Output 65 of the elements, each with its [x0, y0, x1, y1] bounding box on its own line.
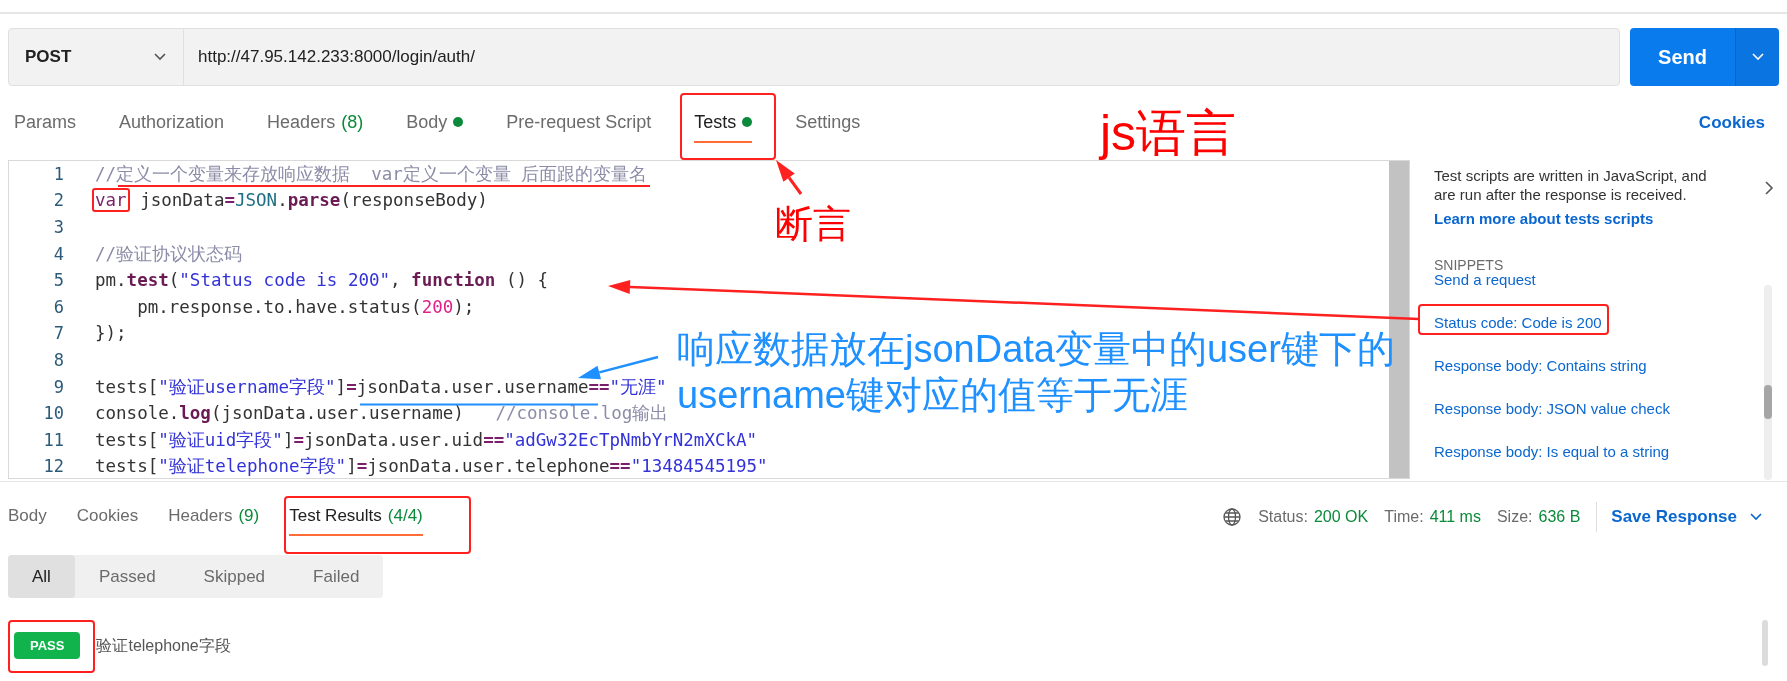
- learn-more-link[interactable]: Learn more about tests scripts: [1434, 208, 1719, 231]
- annotation-arrow: [776, 160, 803, 195]
- scrollbar[interactable]: [1764, 285, 1772, 480]
- line-number: 1: [52, 164, 64, 184]
- code-line: //验证协议状态码: [95, 245, 243, 263]
- chevron-down-icon: [1750, 52, 1765, 62]
- line-number: 2: [52, 191, 64, 211]
- status-label: Status:: [1258, 506, 1308, 527]
- code-line: tests["验证uid字段"]=jsonData.user.uid=="adGw32EcTpNmbYrN2mXCkA": [95, 431, 758, 449]
- snippet-link[interactable]: Response body: JSON value check: [1434, 398, 1670, 418]
- request-tab[interactable]: Pre-request Script: [506, 103, 652, 143]
- filter-tab[interactable]: Passed: [74, 555, 180, 598]
- size-value: 636 B: [1538, 506, 1581, 527]
- snippet-link[interactable]: Response body: Is equal to a string: [1434, 441, 1670, 461]
- send-options-button[interactable]: [1735, 28, 1779, 86]
- code-line: console.log(jsonData.user.username) //console.log输出: [95, 405, 669, 423]
- request-tab[interactable]: Authorization: [119, 103, 225, 143]
- chevron-right-icon[interactable]: [1764, 180, 1774, 196]
- code-line: tests["验证username字段"]=jsonData.user.username=="无涯": [95, 378, 667, 396]
- time-value: 411 ms: [1429, 506, 1481, 527]
- line-number: 9: [52, 377, 64, 397]
- filter-tab[interactable]: All: [8, 555, 75, 598]
- response-tab[interactable]: Test Results (4/4): [289, 497, 423, 536]
- code-line: pm.response.to.have.status(200);: [136, 298, 475, 316]
- description-text: Test scripts are written in JavaScript, and are run after the response is received.: [1434, 166, 1708, 204]
- test-name: 验证telephone字段: [96, 635, 231, 656]
- line-number: 5: [52, 271, 64, 291]
- filter-tab[interactable]: Failed: [289, 555, 384, 598]
- request-tab[interactable]: Body: [406, 103, 464, 143]
- line-number: 10: [42, 404, 64, 424]
- time-label: Time:: [1384, 506, 1424, 527]
- line-number: 12: [42, 457, 64, 477]
- request-tab[interactable]: Tests: [694, 103, 753, 143]
- status-value: 200 OK: [1313, 506, 1369, 527]
- line-number: 3: [52, 218, 64, 237]
- snippet-link[interactable]: Response body: Contains string: [1434, 355, 1647, 375]
- code-editor[interactable]: [8, 160, 1410, 479]
- size-label: Size:: [1496, 506, 1533, 527]
- cookies-link[interactable]: Cookies: [1698, 110, 1765, 136]
- response-tab[interactable]: Headers (9): [168, 497, 260, 536]
- line-number: 4: [52, 244, 64, 264]
- line-number: 7: [52, 324, 64, 344]
- annotation-text: js语言: [1100, 104, 1237, 163]
- annotation-text: 断言: [775, 202, 851, 247]
- scrollbar[interactable]: [1762, 620, 1768, 666]
- response-tab[interactable]: Body: [8, 497, 47, 536]
- chevron-down-icon: [1749, 511, 1763, 522]
- send-button[interactable]: Send: [1630, 28, 1735, 86]
- filter-tab[interactable]: Skipped: [179, 555, 290, 598]
- save-response-button[interactable]: Save Response: [1611, 503, 1763, 530]
- snippet-link[interactable]: Status code: Code is 200: [1434, 312, 1602, 332]
- code-line: //定义一个变量来存放响应数据 var定义一个变量 后面跟的变量名: [95, 165, 648, 183]
- response-tab[interactable]: Cookies: [76, 497, 139, 536]
- line-number: 11: [42, 430, 64, 450]
- line-number: 6: [52, 297, 64, 317]
- code-line: pm.test("Status code is 200", function () {: [95, 272, 549, 290]
- line-number: 8: [52, 350, 64, 370]
- request-tab[interactable]: Params: [14, 103, 76, 143]
- globe-icon[interactable]: [1222, 506, 1243, 527]
- request-tab[interactable]: Headers (8): [267, 103, 364, 143]
- annotation-text: 响应数据放在jsonData变量中的user键下的 username键对应的值等于无涯: [677, 327, 1395, 418]
- result-badge: PASS: [14, 632, 81, 659]
- code-line: tests["验证telephone字段"]=jsonData.user.telephone=="13484545195": [95, 458, 768, 476]
- code-line: });: [95, 325, 127, 343]
- request-tab[interactable]: Settings: [795, 103, 861, 143]
